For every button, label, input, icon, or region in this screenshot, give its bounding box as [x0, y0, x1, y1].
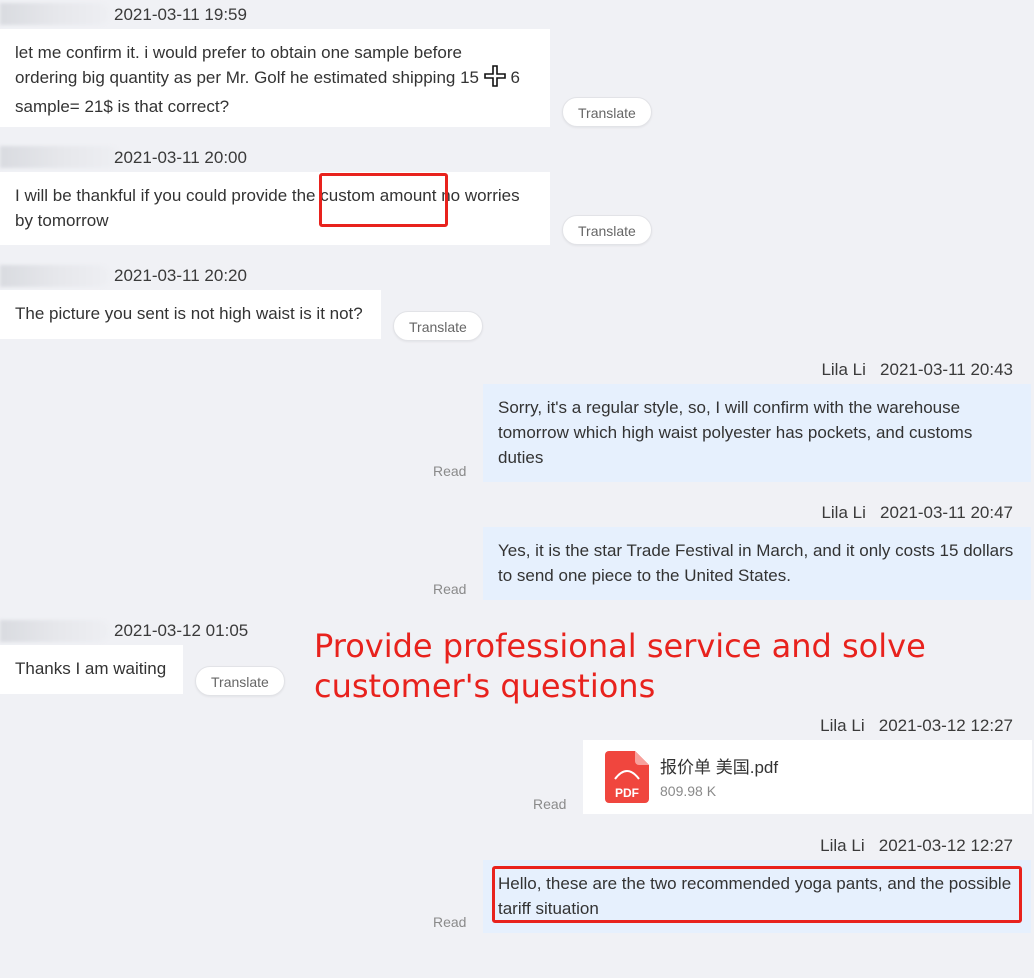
contact-name-blurred — [0, 265, 110, 287]
message-time: 2021-03-12 01:05 — [114, 621, 249, 640]
translate-button[interactable]: Translate — [195, 666, 285, 696]
message-time: 2021-03-11 20:47 — [880, 503, 1013, 522]
annotation-text: Provide professional service and solve c… — [314, 627, 926, 705]
message-header: Lila Li 2021-03-12 12:27 — [820, 716, 1013, 736]
read-status: Read — [533, 796, 567, 812]
sender-name: Lila Li — [821, 360, 866, 379]
message-text: Yes, it is the star Trade Festival in Ma… — [498, 541, 1014, 585]
message-time: 2021-03-12 12:27 — [878, 836, 1013, 855]
translate-button[interactable]: Translate — [562, 215, 652, 245]
message-header: Lila Li 2021-03-11 20:43 — [821, 360, 1013, 380]
move-cursor-icon — [483, 65, 506, 94]
translate-button[interactable]: Translate — [393, 311, 483, 341]
message-line: sample= 21$ is that correct? — [15, 97, 230, 116]
message-text: Sorry, it's a regular style, so, I will … — [498, 398, 973, 467]
incoming-message-bubble: I will be thankful if you could provide … — [0, 172, 550, 245]
highlight-box — [319, 173, 448, 227]
file-size: 809.98 K — [660, 783, 717, 799]
file-attachment-card[interactable]: PDF 报价单 美国.pdf 809.98 K — [583, 740, 1032, 814]
message-text: Thanks I am waiting — [15, 659, 167, 678]
sender-name: Lila Li — [820, 836, 865, 855]
message-line: by tomorrow — [15, 211, 109, 230]
sender-name: Lila Li — [820, 716, 865, 735]
message-line: let me confirm it. i would prefer to obt… — [15, 43, 462, 62]
pdf-file-icon: PDF — [605, 751, 649, 803]
message-time: 2021-03-11 20:43 — [880, 360, 1013, 379]
message-header: Lila Li 2021-03-12 12:27 — [820, 836, 1013, 856]
file-name: 报价单 美国.pdf — [660, 758, 779, 777]
message-time: 2021-03-11 19:59 — [114, 5, 247, 24]
incoming-message-bubble: The picture you sent is not high waist i… — [0, 290, 381, 339]
highlight-box — [492, 866, 1022, 923]
contact-name-blurred — [0, 3, 110, 25]
message-text: The picture you sent is not high waist i… — [15, 304, 363, 323]
incoming-message-bubble: let me confirm it. i would prefer to obt… — [0, 29, 550, 127]
incoming-message-bubble: Thanks I am waiting — [0, 645, 183, 694]
svg-text:PDF: PDF — [615, 786, 639, 800]
message-line: I will be thankful if you could provide … — [15, 186, 520, 205]
message-time: 2021-03-11 20:00 — [114, 148, 247, 167]
contact-name-blurred — [0, 620, 110, 642]
read-status: Read — [433, 914, 467, 930]
message-line: ordering big quantity as per Mr. Golf he… — [15, 65, 535, 94]
outgoing-message-bubble: Sorry, it's a regular style, so, I will … — [483, 384, 1031, 482]
outgoing-message-bubble: Yes, it is the star Trade Festival in Ma… — [483, 527, 1031, 600]
message-time: 2021-03-12 12:27 — [878, 716, 1013, 735]
translate-button[interactable]: Translate — [562, 97, 652, 127]
sender-name: Lila Li — [821, 503, 866, 522]
message-header: Lila Li 2021-03-11 20:47 — [821, 503, 1013, 523]
contact-name-blurred — [0, 146, 120, 168]
read-status: Read — [433, 463, 467, 479]
read-status: Read — [433, 581, 467, 597]
message-time: 2021-03-11 20:20 — [114, 266, 247, 285]
